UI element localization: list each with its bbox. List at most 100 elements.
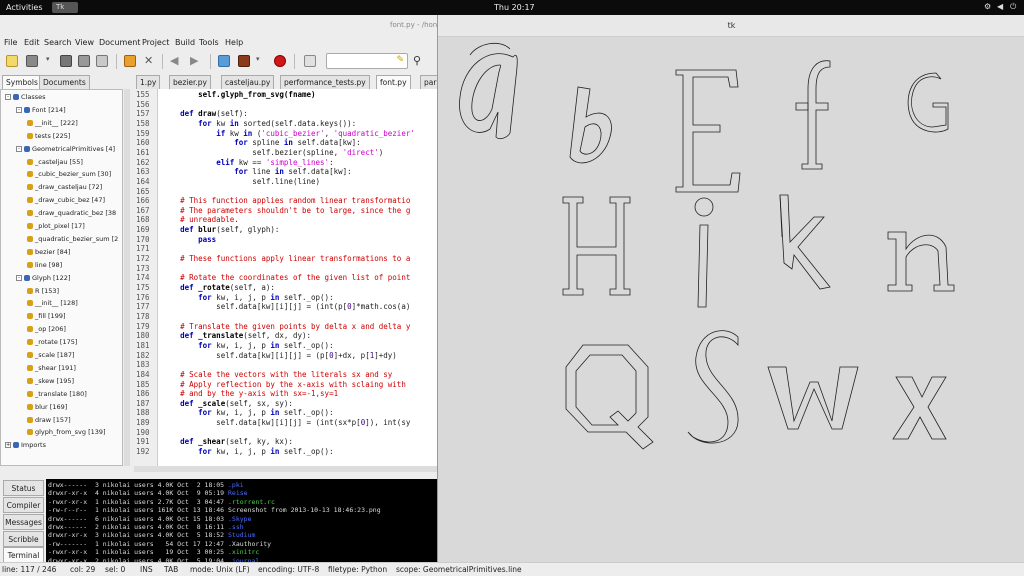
symbol-item[interactable]: + Imports: [5, 440, 46, 450]
symbol-item[interactable]: glyph_from_svg [139]: [27, 427, 106, 437]
back-icon[interactable]: ◀: [170, 55, 182, 67]
line-number: 185: [136, 379, 150, 389]
forward-icon[interactable]: ▶: [190, 55, 202, 67]
expander-icon[interactable]: +: [5, 442, 11, 449]
menu-project[interactable]: Project: [142, 38, 169, 47]
code-editor[interactable]: 155 156 157 158 159 160 161 162 163 164 165 166 167 1…: [134, 89, 437, 466]
line-number: 164: [136, 176, 150, 186]
expander-icon[interactable]: -: [16, 106, 22, 113]
code-line: self.data[kw][i][j] = (int(p[0]*math.cos…: [162, 302, 411, 312]
symbol-item[interactable]: _shear [191]: [27, 363, 76, 373]
symbol-item[interactable]: _draw_cubic_bez [47]: [27, 195, 105, 205]
build-dropdown-icon[interactable]: ▾: [256, 55, 262, 67]
tab-messages[interactable]: Messages: [3, 514, 44, 530]
method-icon: [27, 364, 33, 371]
menu-document[interactable]: Document: [99, 38, 140, 47]
code-line: def _rotate(self, a):: [180, 283, 275, 292]
build-icon[interactable]: [238, 55, 250, 67]
menu-help[interactable]: Help: [225, 38, 243, 47]
clear-search-icon[interactable]: ✎: [396, 55, 404, 65]
symbol-item[interactable]: - Classes: [5, 92, 46, 102]
editor-horizontal-scrollbar[interactable]: [134, 466, 437, 472]
tab-performance-tests-py[interactable]: performance_tests.py: [280, 75, 370, 89]
symbol-tree[interactable]: - Classes - Font [214] __init__ [222] tests […: [0, 89, 123, 466]
symbol-item[interactable]: draw [157]: [27, 415, 71, 425]
accessibility-icon[interactable]: ⚙: [984, 2, 991, 11]
menu-tools[interactable]: Tools: [199, 38, 219, 47]
symbol-item[interactable]: _translate [180]: [27, 389, 87, 399]
tab-status[interactable]: Status: [3, 480, 44, 496]
sidebar-scrollbar[interactable]: [124, 89, 130, 466]
method-icon: [27, 132, 33, 139]
close-icon[interactable]: ✕: [144, 55, 156, 67]
method-icon: [27, 339, 33, 346]
expander-icon[interactable]: -: [16, 274, 22, 281]
symbol-item[interactable]: - Glyph [122]: [16, 273, 70, 283]
glyph-canvas[interactable]: [438, 37, 1024, 576]
symbol-item[interactable]: __init__ [128]: [27, 298, 78, 308]
menu-search[interactable]: Search: [44, 38, 71, 47]
tab-bezier-py[interactable]: bezier.py: [169, 75, 211, 89]
menu-edit[interactable]: Edit: [24, 38, 40, 47]
open-dropdown-icon[interactable]: ▾: [46, 55, 52, 67]
new-file-icon[interactable]: [6, 55, 18, 67]
expander-icon[interactable]: -: [5, 94, 11, 100]
color-chooser-icon[interactable]: [304, 55, 316, 67]
symbol-item[interactable]: line [98]: [27, 260, 62, 270]
menu-build[interactable]: Build: [175, 38, 195, 47]
save-icon[interactable]: [60, 55, 72, 67]
terminal[interactable]: drwx------ 3 nikolai users 4.0K Oct 2 18…: [46, 479, 437, 575]
symbol-item[interactable]: _fill [199]: [27, 311, 66, 321]
open-file-icon[interactable]: [26, 55, 38, 67]
power-icon[interactable]: ⏻: [1010, 2, 1016, 12]
toolbar-separator: [162, 54, 163, 69]
symbol-item[interactable]: tests [225]: [27, 131, 70, 141]
clock[interactable]: Thu 20:17: [494, 3, 535, 12]
symbol-item[interactable]: _quadratic_bezier_sum [2: [27, 234, 118, 244]
tab-par[interactable]: par: [420, 75, 437, 89]
volume-icon[interactable]: ◀: [997, 2, 1003, 11]
save-all-icon[interactable]: [78, 55, 90, 67]
symbol-item[interactable]: blur [169]: [27, 402, 67, 412]
symbol-item[interactable]: - GeometricalPrimitives [4]: [16, 144, 115, 154]
search-input[interactable]: ✎: [326, 53, 408, 69]
close-file-icon[interactable]: [124, 55, 136, 67]
tab-symbols[interactable]: Symbols: [2, 75, 42, 89]
compile-icon[interactable]: [218, 55, 230, 67]
menu-file[interactable]: File: [4, 38, 17, 47]
symbol-item[interactable]: _cubic_bezier_sum [30]: [27, 169, 111, 179]
symbol-item[interactable]: _op [206]: [27, 324, 66, 334]
revert-icon[interactable]: [96, 55, 108, 67]
app-menu-button[interactable]: Tk: [52, 2, 78, 13]
symbol-item[interactable]: _draw_casteljau [72]: [27, 182, 102, 192]
search-icon[interactable]: ⚲: [413, 55, 425, 67]
tab-scribble[interactable]: Scribble: [3, 531, 44, 547]
symbol-label: bezier [84]: [35, 247, 71, 256]
symbol-item[interactable]: bezier [84]: [27, 247, 70, 257]
tab-terminal[interactable]: Terminal: [3, 547, 44, 563]
tab-1-py[interactable]: 1.py: [136, 75, 161, 89]
symbol-item[interactable]: - Font [214]: [16, 105, 66, 115]
symbol-item[interactable]: _casteljau [55]: [27, 157, 83, 167]
tk-window: tk: [437, 15, 1024, 576]
activities-button[interactable]: Activities: [6, 3, 43, 12]
symbol-item[interactable]: R [153]: [27, 286, 59, 296]
symbol-label: _draw_cubic_bez [47]: [35, 196, 105, 205]
symbol-label: _scale [187]: [35, 351, 75, 359]
tab-compiler[interactable]: Compiler: [3, 497, 44, 513]
symbol-item[interactable]: __init__ [222]: [27, 118, 78, 128]
expander-icon[interactable]: -: [16, 145, 22, 152]
terminal-line: drwx------ 2 nikolai users 4.0K Oct 8 16…: [48, 523, 244, 531]
symbol-item[interactable]: _scale [187]: [27, 350, 75, 360]
tab-font-py[interactable]: font.py: [376, 75, 411, 89]
symbol-item[interactable]: _plot_pixel [17]: [27, 221, 85, 231]
menu-view[interactable]: View: [75, 38, 94, 47]
tab-documents[interactable]: Documents: [39, 75, 90, 89]
geany-window: font.py - /hon File Edit Search View Doc…: [0, 15, 437, 576]
symbol-item[interactable]: _skew [195]: [27, 376, 74, 386]
code-line: self.bezier(spline, 'direct'): [162, 147, 384, 157]
run-icon[interactable]: [274, 55, 286, 67]
tab-casteljau-py[interactable]: casteljau.py: [221, 75, 275, 89]
symbol-item[interactable]: _rotate [175]: [27, 337, 77, 347]
symbol-item[interactable]: _draw_quadratic_bez [38: [27, 208, 116, 218]
